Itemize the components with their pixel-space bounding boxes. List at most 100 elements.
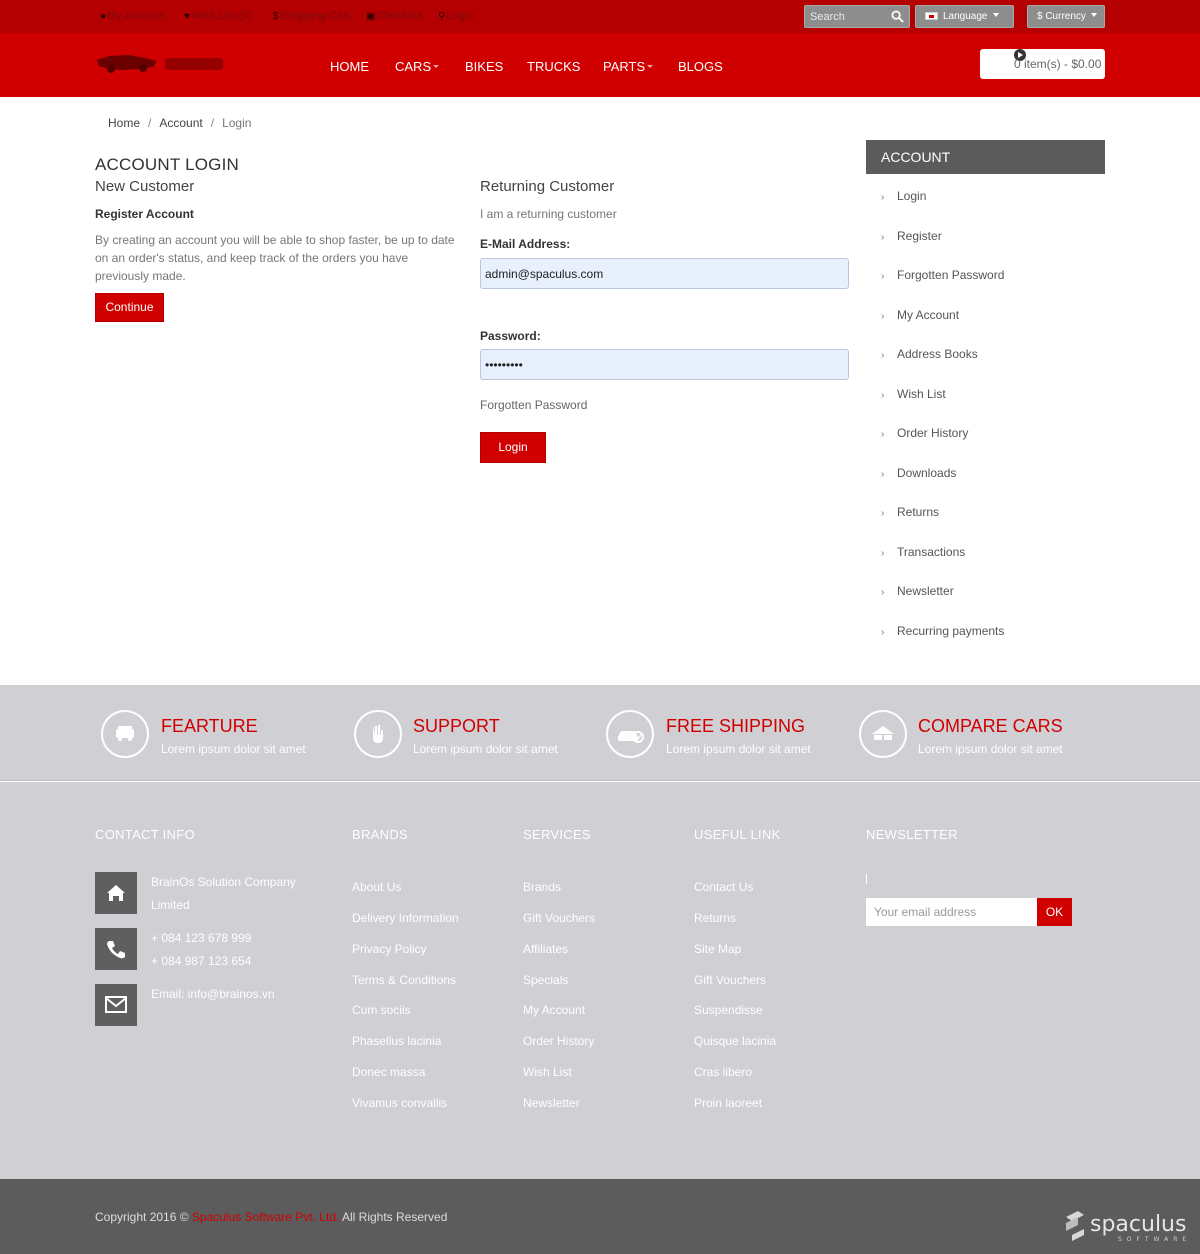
breadcrumb-login[interactable]: Login [222, 116, 251, 130]
currency-dropdown[interactable]: $ Currency [1027, 5, 1105, 28]
footer-link[interactable]: Donec massa [352, 1065, 425, 1079]
nav-cars[interactable]: CARS [395, 59, 440, 74]
footer-link[interactable]: Suspendisse [694, 1003, 763, 1017]
sidebar-item-order-history[interactable]: › Order History [881, 426, 968, 440]
checkout-icon: ▣ [366, 11, 376, 22]
services-heading: SERVICES [523, 827, 591, 842]
wish-list-link[interactable]: ♥Wish List (0) [184, 10, 252, 22]
user-icon: ● [100, 11, 107, 22]
sidebar-item-forgotten-password[interactable]: › Forgotten Password [881, 268, 1004, 282]
flag-icon [925, 12, 938, 20]
copyright-company-link[interactable]: Spaculus Software Pvt. Ltd. [192, 1210, 339, 1224]
footer-link[interactable]: Order History [523, 1034, 594, 1048]
footer-link[interactable]: Terms & Conditions [352, 973, 456, 987]
checkout-link[interactable]: ▣Checkout [366, 10, 423, 22]
login-link[interactable]: ⚲Login [438, 10, 473, 22]
footer-link[interactable]: Cum sociis [352, 1003, 411, 1017]
footer-link[interactable]: Newsletter [523, 1096, 580, 1110]
cart-summary: 0 item(s) - $0.00 [1014, 57, 1102, 71]
caret-down-icon [433, 65, 440, 68]
chevron-right-icon: › [881, 350, 885, 361]
footer-link[interactable]: Gift Vouchers [523, 911, 595, 925]
register-account-heading: Register Account [95, 207, 194, 221]
caret-down-icon [992, 13, 999, 17]
footer-link[interactable]: Brands [523, 880, 561, 894]
footer-link[interactable]: About Us [352, 880, 401, 894]
footer-link[interactable]: My Account [523, 1003, 585, 1017]
key-icon: ⚲ [438, 11, 446, 22]
search-input[interactable] [805, 6, 889, 27]
footer-link[interactable]: Phasellus lacinia [352, 1034, 441, 1048]
cart-button[interactable]: 0 item(s) - $0.00 [980, 49, 1105, 79]
sidebar-item-transactions[interactable]: › Transactions [881, 545, 965, 559]
newsletter-heading: NEWSLETTER [866, 827, 958, 842]
email-field[interactable] [480, 258, 849, 289]
car-check-icon [606, 710, 654, 758]
chevron-right-icon: › [881, 429, 885, 440]
dollar-icon: $ [273, 11, 279, 22]
footer-link[interactable]: Vivamus convallis [352, 1096, 447, 1110]
chevron-right-icon: › [881, 390, 885, 401]
footer-link[interactable]: Proin laoreet [694, 1096, 762, 1110]
register-description: By creating an account you will be able … [95, 233, 455, 283]
nav-trucks[interactable]: TRUCKS [527, 59, 580, 74]
sidebar-item-newsletter[interactable]: › Newsletter [881, 584, 954, 598]
footer-link[interactable]: Affiliates [523, 942, 568, 956]
sidebar-item-recurring-payments[interactable]: › Recurring payments [881, 624, 1004, 638]
contact-phones: + 084 123 678 999 + 084 987 123 654 [151, 931, 252, 968]
contact-info-heading: CONTACT INFO [95, 827, 195, 842]
search-icon[interactable] [891, 10, 904, 23]
compare-icon [859, 710, 907, 758]
sidebar-item-register[interactable]: › Register [881, 229, 942, 243]
footer-link[interactable]: Gift Vouchers [694, 973, 766, 987]
nav-bikes[interactable]: BIKES [465, 59, 503, 74]
feature-sub-4: Lorem ipsum dolor sit amet [918, 742, 1063, 756]
continue-button[interactable]: Continue [95, 293, 164, 322]
sidebar-item-my-account[interactable]: › My Account [881, 308, 959, 322]
feature-sub-3: Lorem ipsum dolor sit amet [666, 742, 811, 756]
sidebar-item-address-books[interactable]: › Address Books [881, 347, 978, 361]
sidebar-item-downloads[interactable]: › Downloads [881, 466, 956, 480]
shopping-cart-link[interactable]: $Shopping Cart [273, 10, 350, 22]
footer: CONTACT INFO BRANDS SERVICES USEFUL LINK… [0, 782, 1200, 1179]
login-button[interactable]: Login [480, 432, 546, 463]
my-account-link[interactable]: ●My Account [100, 10, 164, 22]
chevron-right-icon: › [881, 548, 885, 559]
heart-icon: ♥ [184, 11, 190, 22]
logo[interactable] [95, 52, 225, 76]
chevron-right-icon: › [881, 311, 885, 322]
top-bar: ●My Account ♥Wish List (0) $Shopping Car… [0, 0, 1200, 33]
contact-email[interactable]: Email: info@brainos.vn [151, 983, 275, 1006]
footer-link[interactable]: Specials [523, 973, 568, 987]
nav-parts[interactable]: PARTS [603, 59, 654, 74]
chevron-right-icon: › [881, 232, 885, 243]
password-field[interactable] [480, 349, 849, 380]
email-label: E-Mail Address: [480, 237, 571, 251]
sidebar-item-login[interactable]: › Login [881, 189, 926, 203]
sidebar-item-returns[interactable]: › Returns [881, 505, 939, 519]
breadcrumb-account[interactable]: Account [159, 116, 202, 130]
sidebar-item-wish-list[interactable]: › Wish List [881, 387, 946, 401]
features-strip: FEARTURE Lorem ipsum dolor sit amet SUPP… [0, 685, 1200, 781]
chevron-right-icon: › [881, 469, 885, 480]
nav-home[interactable]: HOME [330, 59, 369, 74]
nav-blogs[interactable]: BLOGS [678, 59, 723, 74]
breadcrumb-home[interactable]: Home [108, 116, 140, 130]
footer-link[interactable]: Site Map [694, 942, 741, 956]
footer-link[interactable]: Privacy Policy [352, 942, 427, 956]
footer-link[interactable]: Returns [694, 911, 736, 925]
footer-link[interactable]: Quisque lacinia [694, 1034, 776, 1048]
footer-link[interactable]: Wish List [523, 1065, 572, 1079]
forgotten-password-link[interactable]: Forgotten Password [480, 396, 587, 414]
feature-sub-2: Lorem ipsum dolor sit amet [413, 742, 558, 756]
phone-icon [95, 928, 137, 970]
newsletter-ok-button[interactable]: OK [1037, 898, 1072, 926]
footer-link[interactable]: Contact Us [694, 880, 753, 894]
language-dropdown[interactable]: Language [915, 5, 1014, 28]
footer-link[interactable]: Cras libero [694, 1065, 752, 1079]
newsletter-email-input[interactable] [866, 898, 1037, 926]
chevron-right-icon: › [881, 271, 885, 282]
account-sidebar-heading: ACCOUNT [866, 140, 1105, 174]
footer-link[interactable]: Delivery Information [352, 911, 459, 925]
spaculus-logo: spaculus SOFTWARE [1066, 1211, 1186, 1243]
